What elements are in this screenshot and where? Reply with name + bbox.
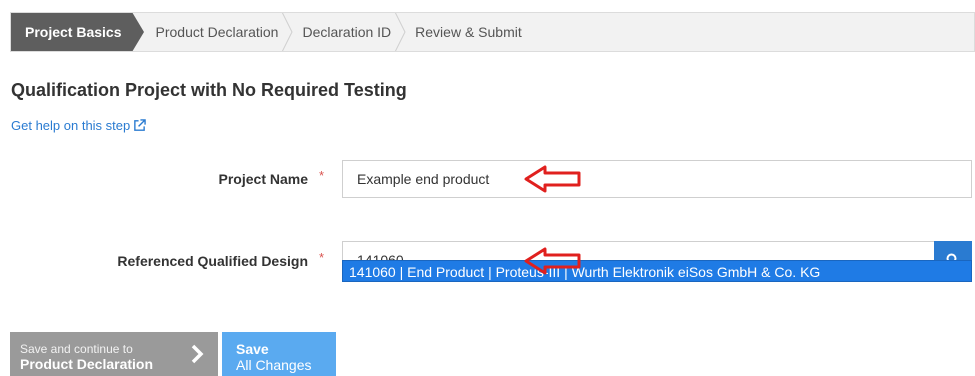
autocomplete-suggestion[interactable]: 141060 | End Product | Proteus-III | Wur… [342,260,972,282]
help-link-label: Get help on this step [11,118,131,133]
save-continue-button[interactable]: Save and continue to Product Declaration [10,332,218,376]
chevron-right-icon [191,344,204,364]
required-marker: * [319,168,325,183]
project-name-label: Project Name [218,171,308,187]
required-marker: * [319,250,325,265]
step-label: Declaration ID [302,24,392,40]
project-name-input[interactable] [342,160,972,198]
step-label: Review & Submit [415,24,522,40]
step-product-declaration[interactable]: Product Declaration [132,13,297,51]
step-project-basics[interactable]: Project Basics [11,13,143,51]
step-declaration-id[interactable]: Declaration ID [296,13,409,51]
step-review-submit[interactable]: Review & Submit [409,13,540,51]
save-all-label-top: Save [236,341,269,357]
help-link[interactable]: Get help on this step [11,118,147,133]
wizard-steps: Project Basics Product Declaration Decla… [10,12,975,52]
annotation-arrow-icon [524,165,581,193]
step-separator-icon [282,13,294,51]
page-title: Qualification Project with No Required T… [11,80,407,100]
step-separator-icon [395,13,406,51]
save-continue-caption: Save and continue to [20,342,133,356]
save-continue-target: Product Declaration [20,356,154,372]
external-link-icon [134,119,147,131]
annotation-arrow-icon [524,247,581,275]
save-all-label-bottom: All Changes [236,357,312,373]
step-label: Product Declaration [155,24,279,40]
save-all-changes-button[interactable]: Save All Changes [222,332,336,376]
step-label: Project Basics [25,24,122,40]
referenced-design-label: Referenced Qualified Design [117,253,308,269]
